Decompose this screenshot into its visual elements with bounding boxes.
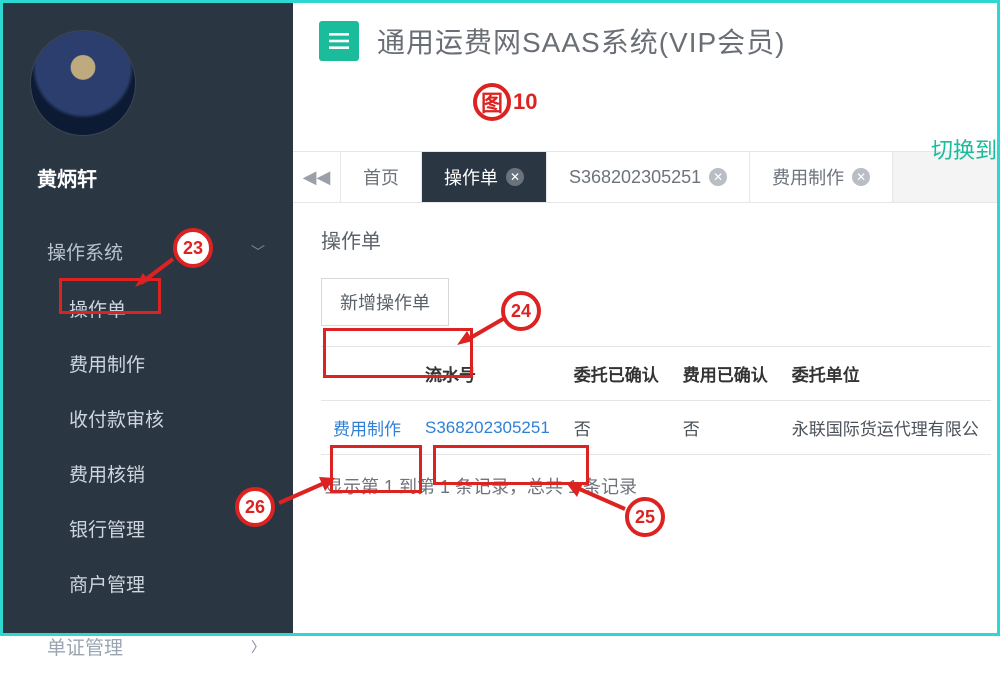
col-action xyxy=(321,347,413,401)
menu-item-fee-writeoff[interactable]: 费用核销 xyxy=(3,446,293,501)
menu-header-label: 操作系统 xyxy=(47,238,123,265)
menu-header-operations[interactable]: 操作系统 ﹀ xyxy=(3,222,293,281)
menu-item-payment-review[interactable]: 收付款审核 xyxy=(3,391,293,446)
tab-home[interactable]: 首页 xyxy=(341,152,422,202)
content: 操作单 新增操作单 流水号 委托已确认 费用已确认 委托单位 费用制作 S368… xyxy=(293,203,997,539)
row-client: 永联国际货运代理有限公 xyxy=(780,401,991,455)
data-table: 流水号 委托已确认 费用已确认 委托单位 费用制作 S368202305251 … xyxy=(321,346,991,455)
panel-title: 操作单 xyxy=(321,225,969,254)
tab-label: 首页 xyxy=(363,164,399,190)
col-commission-confirmed: 委托已确认 xyxy=(562,347,671,401)
row-action-link[interactable]: 费用制作 xyxy=(333,420,401,439)
menu-item-operation-order[interactable]: 操作单 xyxy=(3,281,293,336)
avatar[interactable] xyxy=(31,31,135,135)
tabbar-collapse-button[interactable]: ◀◀ xyxy=(293,152,341,202)
col-fee-confirmed: 费用已确认 xyxy=(671,347,780,401)
menu-toggle-button[interactable] xyxy=(319,21,359,61)
app-title: 通用运费网SAAS系统(VIP会员) xyxy=(377,21,785,61)
add-operation-button[interactable]: 新增操作单 xyxy=(321,278,449,326)
tab-close-icon[interactable]: ✕ xyxy=(852,168,870,186)
hamburger-icon xyxy=(329,33,349,49)
table-row: 费用制作 S368202305251 否 否 永联国际货运代理有限公 xyxy=(321,401,991,455)
tabbar: ◀◀ 首页 操作单 ✕ S368202305251 ✕ 费用制作 ✕ xyxy=(293,151,997,203)
row-serial-link[interactable]: S368202305251 xyxy=(425,418,550,437)
main: 通用运费网SAAS系统(VIP会员) 切换到 ◀◀ 首页 操作单 ✕ S3682… xyxy=(293,3,997,633)
menu-section-operations: 操作系统 ﹀ 操作单 费用制作 收付款审核 费用核销 银行管理 商户管理 xyxy=(3,222,293,611)
tab-operation-order[interactable]: 操作单 ✕ xyxy=(422,152,547,202)
tab-label: 操作单 xyxy=(444,164,498,190)
menu-item-bank-manage[interactable]: 银行管理 xyxy=(3,501,293,556)
sidebar: 黄炳轩 操作系统 ﹀ 操作单 费用制作 收付款审核 费用核销 银行管理 商户管理… xyxy=(3,3,293,633)
tab-fee-make[interactable]: 费用制作 ✕ xyxy=(750,152,893,202)
chevron-down-icon: ﹀ xyxy=(251,242,265,262)
tab-label: 费用制作 xyxy=(772,164,844,190)
table-header-row: 流水号 委托已确认 费用已确认 委托单位 xyxy=(321,347,991,401)
topbar: 通用运费网SAAS系统(VIP会员) xyxy=(293,3,997,91)
col-serial: 流水号 xyxy=(413,347,562,401)
menu-section-documents: 单证管理 〉 xyxy=(3,617,293,676)
avatar-block xyxy=(3,3,293,145)
menu-item-merchant-manage[interactable]: 商户管理 xyxy=(3,556,293,611)
row-fee-confirmed: 否 xyxy=(671,401,780,455)
tab-serial[interactable]: S368202305251 ✕ xyxy=(547,152,750,202)
switch-link[interactable]: 切换到 xyxy=(931,133,997,165)
menu-header-documents[interactable]: 单证管理 〉 xyxy=(3,617,293,676)
double-chevron-left-icon: ◀◀ xyxy=(303,167,331,188)
chevron-right-icon: 〉 xyxy=(251,637,265,657)
row-commission-confirmed: 否 xyxy=(562,401,671,455)
username: 黄炳轩 xyxy=(3,145,293,216)
menu-item-fee-make[interactable]: 费用制作 xyxy=(3,336,293,391)
tab-close-icon[interactable]: ✕ xyxy=(506,168,524,186)
tab-label: S368202305251 xyxy=(569,167,701,188)
record-info: 显示第 1 到第 1 条记录，总共 1 条记录 xyxy=(321,455,969,517)
tab-close-icon[interactable]: ✕ xyxy=(709,168,727,186)
col-client: 委托单位 xyxy=(780,347,991,401)
menu-header-label: 单证管理 xyxy=(47,633,123,660)
